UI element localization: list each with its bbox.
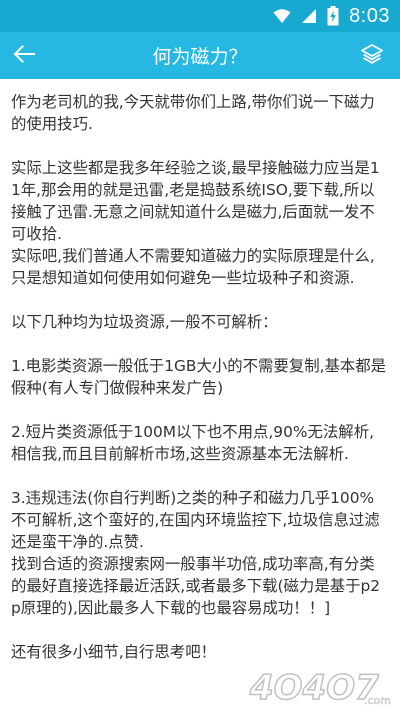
battery-icon [327, 6, 339, 26]
page-title: 何为磁力？ [60, 32, 340, 79]
watermark-suffix: .com [364, 694, 391, 707]
status-indicators: 8:03 [273, 0, 390, 32]
layers-button[interactable] [350, 32, 394, 79]
wifi-icon [273, 8, 291, 24]
status-time: 8:03 [349, 5, 390, 28]
watermark-text: 4O4O7 [249, 668, 379, 708]
article-text: 作为老司机的我,今天就带你们上路,带你们说一下磁力的使用技巧. 实际上这些都是我… [11, 91, 387, 663]
arrow-left-icon [13, 45, 35, 67]
layers-icon [360, 43, 384, 69]
article-content[interactable]: 作为老司机的我,今天就带你们上路,带你们说一下磁力的使用技巧. 实际上这些都是我… [0, 79, 400, 711]
back-button[interactable] [0, 32, 48, 79]
status-bar: 8:03 [0, 0, 400, 32]
signal-icon [301, 8, 317, 24]
site-watermark: 4O4O7 .com [246, 659, 396, 709]
app-bar: 何为磁力？ [0, 32, 400, 79]
